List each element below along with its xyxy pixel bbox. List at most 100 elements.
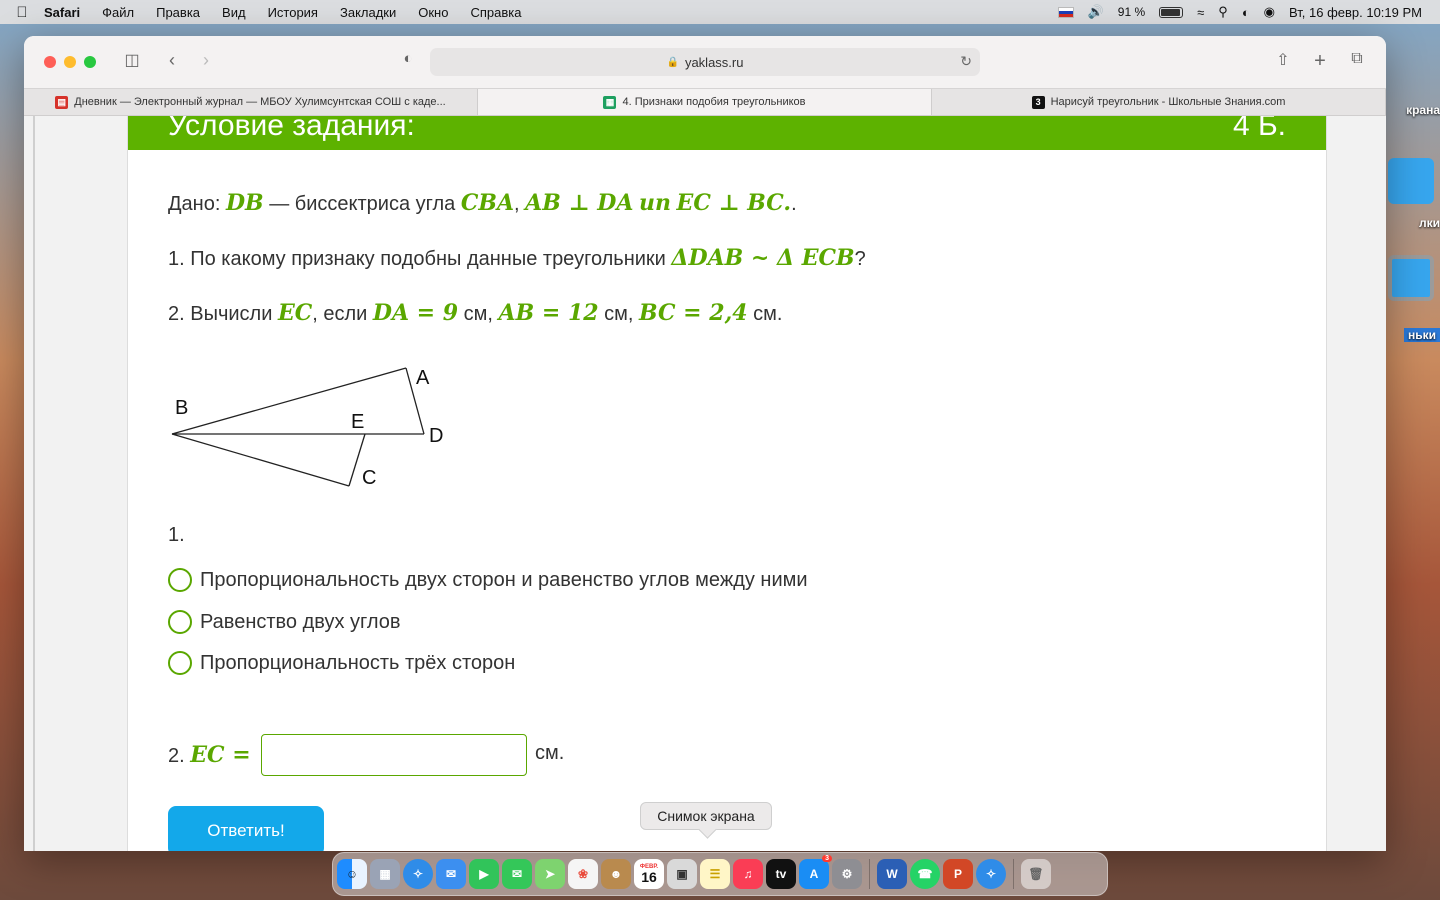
question-2-text: 2. Вычисли (168, 303, 273, 325)
dock: ☺ ▦ ✧ ✉ ▶ ✉ ➤ ❀ ☻ ФЕВР. 16 ▣ ☰ ♫ tv A3 ⚙… (332, 852, 1108, 896)
radio-button[interactable] (168, 651, 192, 675)
unit-cm: см, (598, 303, 634, 325)
app-store-badge: 3 (822, 855, 832, 862)
part-1-label: 1. (168, 524, 185, 546)
calendar-icon[interactable]: ФЕВР. 16 (634, 859, 664, 889)
menu-window[interactable]: Окно (418, 5, 448, 20)
app-store-icon[interactable]: A3 (799, 855, 832, 889)
label-a: A (416, 367, 430, 389)
forward-icon[interactable]: › (194, 50, 218, 71)
privacy-shield-icon[interactable]: ◐ (396, 50, 420, 67)
back-icon[interactable]: ‹ (160, 50, 184, 71)
tab-similarity[interactable]: ▦ 4. Признаки подобия треугольников (478, 89, 932, 115)
desktop-item-label[interactable]: крана (1406, 103, 1440, 117)
menu-edit[interactable]: Правка (156, 5, 200, 20)
address-bar[interactable]: 🔒 yaklass.ru ↻ (430, 48, 980, 76)
question-2-line: 2. Вычисли EC, если DA = 9 см, AB = 12 с… (168, 300, 782, 326)
siri-icon[interactable]: ◉ (1264, 4, 1275, 20)
apple-tv-icon[interactable]: tv (766, 859, 796, 889)
menu-app-safari[interactable]: Safari (44, 5, 80, 20)
tab-diary[interactable]: ▤ Дневник — Электронный журнал — МБОУ Ху… (24, 89, 478, 115)
spotlight-search-icon[interactable]: ⚲ (1218, 4, 1228, 20)
safari-icon[interactable]: ✧ (403, 859, 433, 889)
safari-download-icon[interactable]: ✧ (976, 859, 1006, 889)
label-e: E (351, 411, 364, 433)
music-icon[interactable]: ♫ (733, 859, 763, 889)
maps-icon[interactable]: ➤ (535, 859, 565, 889)
label-c: C (362, 467, 376, 489)
math-bc-value: BC = 2,4 (639, 300, 748, 326)
menu-bar:  Safari Файл Правка Вид История Закладк… (0, 0, 1440, 24)
whatsapp-icon[interactable]: ☎ (910, 859, 940, 889)
answer-unit: см. (535, 742, 565, 764)
math-ec-perp-bc: EC ⊥ BC. (676, 190, 792, 216)
radio-button[interactable] (168, 568, 192, 592)
desktop-folder-icon[interactable] (1388, 255, 1434, 301)
math-ec-equals: EC = (190, 742, 251, 768)
apple-icon[interactable]:  (0, 4, 44, 21)
option-label: Пропорциональность двух сторон и равенст… (200, 568, 808, 591)
launchpad-icon[interactable]: ▦ (370, 859, 400, 889)
menu-bookmarks[interactable]: Закладки (340, 5, 396, 20)
question-1-line: 1. По какому признаку подобны данные тре… (168, 245, 866, 271)
given-end: . (791, 193, 797, 215)
label-b: B (175, 397, 188, 419)
close-window-button[interactable] (44, 56, 56, 68)
diary-favicon-icon: ▤ (55, 95, 69, 109)
submit-answer-button[interactable]: Ответить! (168, 806, 324, 851)
zoom-window-button[interactable] (84, 56, 96, 68)
volume-icon[interactable]: 🔊 (1088, 4, 1104, 20)
math-similarity: ΔDAB ~ Δ ECB (671, 245, 855, 271)
page-viewport[interactable]: Условие задания: 4 Б. Дано: DB — биссект… (24, 116, 1386, 851)
menu-file[interactable]: Файл (102, 5, 134, 20)
part-2-line: 2. EC = (168, 742, 251, 768)
menu-view[interactable]: Вид (222, 5, 246, 20)
ec-answer-input[interactable] (261, 734, 527, 776)
task-points: 4 Б. (1232, 116, 1286, 142)
math-ab-perp-da: AB ⊥ DA (525, 190, 634, 216)
radio-button[interactable] (168, 610, 192, 634)
photos-icon[interactable]: ❀ (568, 859, 598, 889)
system-preferences-icon[interactable]: ⚙ (832, 859, 862, 889)
minimize-window-button[interactable] (64, 56, 76, 68)
sidebar-toggle-icon[interactable]: ◫ (120, 50, 144, 70)
battery-icon[interactable] (1159, 6, 1184, 18)
menu-help[interactable]: Справка (470, 5, 521, 20)
tab-znania[interactable]: 3 Нарисуй треугольник - Школьные Знания.… (932, 89, 1386, 115)
question-2-if: , если (312, 303, 368, 325)
powerpoint-icon[interactable]: P (943, 859, 973, 889)
contacts-icon[interactable]: ☻ (601, 859, 631, 889)
word-icon[interactable]: W (877, 859, 907, 889)
calendar-day: 16 (641, 869, 657, 885)
option-label: Пропорциональность трёх сторон (200, 651, 516, 674)
tab-title: 4. Признаки подобия треугольников (622, 96, 806, 108)
option-sas[interactable]: Пропорциональность двух сторон и равенст… (168, 568, 808, 592)
desktop-folder-icon[interactable] (1388, 158, 1434, 204)
reload-icon[interactable]: ↻ (960, 53, 972, 70)
mail-icon[interactable]: ✉ (436, 859, 466, 889)
desktop-item-label[interactable]: лки (1419, 216, 1440, 230)
screenshot-icon[interactable]: ▣ (667, 859, 697, 889)
math-ec: EC (277, 300, 313, 326)
tab-overview-icon[interactable]: ⧉ (1345, 50, 1369, 68)
input-source-flag-icon[interactable] (1057, 6, 1074, 18)
lock-icon: 🔒 (666, 56, 679, 68)
option-aa[interactable]: Равенство двух углов (168, 610, 401, 634)
share-icon[interactable]: ⇧ (1271, 50, 1295, 70)
desktop-item-label[interactable]: ньки (1403, 328, 1440, 342)
messages-icon[interactable]: ✉ (502, 859, 532, 889)
control-center-icon[interactable]: ◐ (1242, 5, 1250, 20)
new-tab-icon[interactable]: + (1308, 50, 1332, 73)
notes-icon[interactable]: ☰ (700, 859, 730, 889)
option-sss[interactable]: Пропорциональность трёх сторон (168, 651, 515, 675)
question-1-text: 1. По какому признаку подобны данные тре… (168, 248, 666, 270)
finder-icon[interactable]: ☺ (337, 859, 367, 889)
math-da-value: DA = 9 (372, 300, 459, 326)
menu-history[interactable]: История (268, 5, 318, 20)
part-2-label: 2. (168, 745, 185, 767)
facetime-icon[interactable]: ▶ (469, 859, 499, 889)
menubar-datetime[interactable]: Вт, 16 февр. 10:19 PM (1289, 5, 1422, 20)
trash-icon[interactable]: 🗑 (1021, 859, 1051, 889)
wifi-icon[interactable]: ≈ (1197, 5, 1204, 20)
math-cba: CBA (460, 190, 515, 216)
